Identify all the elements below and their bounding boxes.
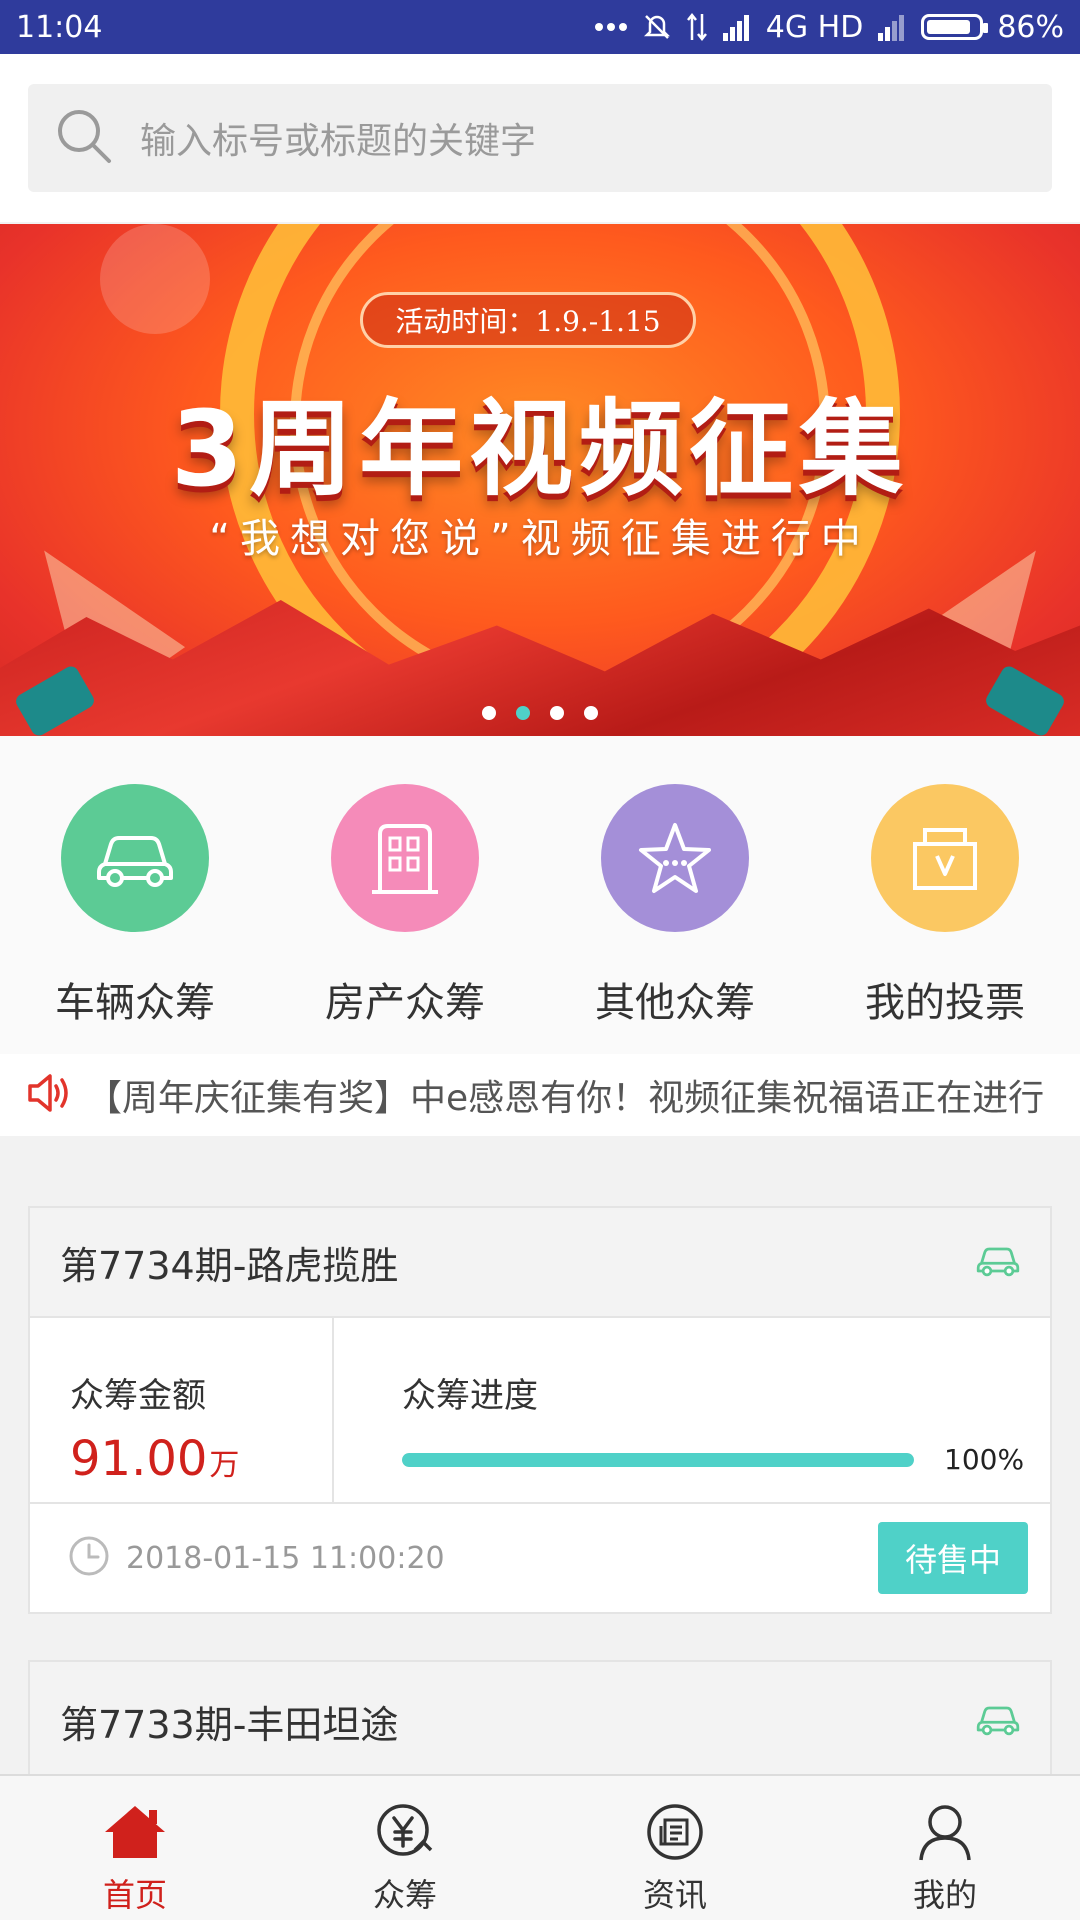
card-title: 第7734期-路虎揽胜: [60, 1243, 399, 1288]
clock-icon: [68, 1535, 110, 1581]
building-icon: [331, 784, 479, 932]
user-icon: [915, 1802, 975, 1866]
banner-decoration: [100, 224, 210, 334]
mute-icon: [642, 12, 672, 42]
amount-unit: 万: [209, 1448, 240, 1483]
card-footer: 2018-01-15 11:00:20 待售中: [30, 1504, 1050, 1612]
search-input[interactable]: 输入标号或标题的关键字: [28, 84, 1052, 192]
amount-value-row: 91.00万: [70, 1431, 332, 1487]
nav-home[interactable]: 首页: [0, 1776, 270, 1920]
card-header: 第7734期-路虎揽胜: [30, 1208, 1050, 1318]
data-arrows-icon: [686, 12, 708, 42]
card-title: 第7733期-丰田坦途: [60, 1702, 399, 1747]
car-icon: [976, 1701, 1020, 1741]
promo-banner[interactable]: 活动时间：1.9.-1.15 3周年视频征集 “我想对您说”视频征集进行中: [0, 224, 1080, 736]
card-progress: 众筹进度 100%: [334, 1318, 1050, 1502]
carousel-dot-active[interactable]: [516, 706, 530, 720]
battery-percent: 86%: [997, 9, 1064, 45]
category-my-votes[interactable]: 我的投票: [810, 736, 1080, 1054]
project-card[interactable]: 第7733期-丰田坦途: [28, 1660, 1052, 1780]
category-property[interactable]: 房产众筹: [270, 736, 540, 1054]
carousel-dot[interactable]: [482, 706, 496, 720]
battery-icon: [921, 14, 989, 40]
card-amount: 众筹金额 91.00万: [30, 1318, 334, 1502]
more-icon: [594, 22, 628, 32]
search-bar: 输入标号或标题的关键字: [0, 54, 1080, 222]
battery-level: [927, 20, 971, 34]
category-vehicle[interactable]: 车辆众筹: [0, 736, 270, 1054]
star-icon: [601, 784, 749, 932]
project-card[interactable]: 第7734期-路虎揽胜 众筹金额 91.00万 众筹进度 100% 2018-0…: [28, 1206, 1052, 1614]
speaker-icon: [26, 1072, 72, 1118]
nav-label: 众筹: [372, 1876, 437, 1914]
progress-bar: [402, 1452, 914, 1467]
home-icon: [101, 1802, 169, 1866]
search-icon: [54, 106, 114, 170]
banner-subtitle: “我想对您说”视频征集进行中: [209, 516, 871, 562]
signal-icon: [722, 13, 752, 41]
nav-news[interactable]: 资讯: [540, 1776, 810, 1920]
status-time: 11:04: [16, 9, 103, 45]
status-button[interactable]: 待售中: [878, 1522, 1028, 1594]
nav-profile[interactable]: 我的: [810, 1776, 1080, 1920]
search-placeholder: 输入标号或标题的关键字: [140, 121, 537, 162]
yen-icon: [375, 1802, 435, 1866]
card-header: 第7733期-丰田坦途: [30, 1662, 1050, 1780]
progress-row: 100%: [402, 1443, 1028, 1476]
category-label: 房产众筹: [325, 980, 485, 1026]
amount-label: 众筹金额: [70, 1376, 206, 1416]
amount-value: 91.00: [70, 1431, 208, 1487]
carousel-dot[interactable]: [550, 706, 564, 720]
car-icon: [61, 784, 209, 932]
nav-label: 首页: [102, 1876, 167, 1914]
card-time: 2018-01-15 11:00:20: [126, 1540, 445, 1576]
category-label: 我的投票: [865, 980, 1025, 1026]
network-label: 4G HD: [765, 9, 864, 45]
announcement-bar[interactable]: 【周年庆征集有奖】中e感恩有你！视频征集祝福语正在进行: [0, 1054, 1080, 1136]
category-label: 其他众筹: [595, 980, 755, 1026]
category-other[interactable]: 其他众筹: [540, 736, 810, 1054]
nav-label: 我的: [912, 1876, 977, 1914]
carousel-indicator: [0, 706, 1080, 720]
news-icon: [645, 1802, 705, 1866]
nav-label: 资讯: [642, 1876, 707, 1914]
signal-secondary-icon: [877, 13, 907, 41]
progress-percent: 100%: [944, 1443, 1025, 1476]
announcement-text: 【周年庆征集有奖】中e感恩有你！视频征集祝福语正在进行: [86, 1078, 1045, 1119]
progress-bar-fill: [402, 1452, 914, 1467]
bottom-navigation: 首页 众筹 资讯 我的: [0, 1774, 1080, 1920]
banner-date: 活动时间：1.9.-1.15: [360, 292, 696, 348]
vote-box-icon: [871, 784, 1019, 932]
carousel-dot[interactable]: [584, 706, 598, 720]
status-bar: 11:04 4G HD 86%: [0, 0, 1080, 54]
car-icon: [976, 1242, 1020, 1282]
category-label: 车辆众筹: [55, 980, 215, 1026]
card-body: 众筹金额 91.00万 众筹进度 100%: [30, 1318, 1050, 1504]
nav-crowdfund[interactable]: 众筹: [270, 1776, 540, 1920]
progress-label: 众筹进度: [402, 1376, 538, 1416]
banner-title: 3周年视频征集: [170, 388, 910, 510]
category-grid: 车辆众筹 房产众筹 其他众筹 我的投票: [0, 736, 1080, 1054]
